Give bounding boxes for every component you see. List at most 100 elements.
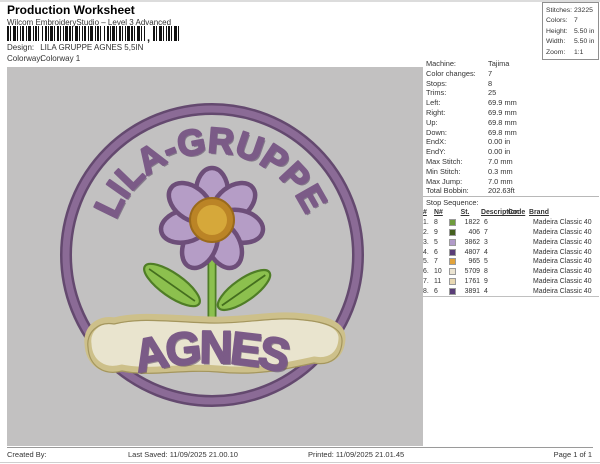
page-title: Production Worksheet: [7, 3, 135, 17]
info-row: Machine:Tajima: [426, 59, 599, 69]
stats-label: Stitches:: [546, 6, 574, 16]
panel-divider: [423, 196, 599, 197]
info-value: 202.63ft: [488, 186, 515, 195]
top-edge-line: [0, 0, 600, 2]
stats-row: Stitches:23225: [546, 6, 598, 16]
info-row: EndY:0.00 in: [426, 147, 599, 157]
design-row: Design: LILA GRUPPE AGNES 5,5IN: [7, 43, 143, 52]
table-bottom-line: [423, 296, 599, 297]
stats-label: Colors:: [546, 16, 574, 26]
stats-label: Height:: [546, 27, 574, 37]
info-row: Max Jump:7.0 mm: [426, 177, 599, 187]
info-label: Min Stitch:: [426, 167, 488, 177]
design-value: LILA GRUPPE AGNES 5,5IN: [40, 43, 143, 52]
table-row: 8.6 38914 Madeira Classic 40: [423, 286, 599, 296]
info-label: Left:: [426, 98, 488, 108]
thread-color-swatch: [449, 249, 456, 256]
bottom-edge-line: [0, 462, 600, 463]
info-row: Down:69.8 mm: [426, 128, 599, 138]
col-num: #: [423, 209, 434, 216]
banner-text: AGNES AGNES: [129, 321, 296, 384]
thread-color-swatch: [449, 258, 456, 265]
stats-value: 5.50 in: [574, 28, 594, 35]
info-row: Stops:8: [426, 79, 599, 89]
colorway-row: Colorway: Colorway 1: [7, 54, 80, 63]
info-value: 69.8 mm: [488, 118, 517, 127]
thread-color-swatch: [449, 239, 456, 246]
stats-label: Zoom:: [546, 48, 574, 58]
col-needle: N#: [434, 209, 449, 216]
colorway-value: Colorway 1: [40, 54, 80, 63]
info-row: Left:69.9 mm: [426, 98, 599, 108]
stats-box: Stitches:23225 Colors:7 Height:5.50 in W…: [542, 2, 599, 60]
info-value: 69.9 mm: [488, 98, 517, 107]
info-row: EndX:0.00 in: [426, 137, 599, 147]
table-row: 2.9 4067 Madeira Classic 40: [423, 228, 599, 238]
stats-value: 7: [574, 17, 578, 24]
col-brand: Brand: [529, 209, 599, 216]
stats-row: Colors:7: [546, 16, 598, 26]
stats-label: Width:: [546, 37, 574, 47]
info-row: Min Stitch:0.3 mm: [426, 167, 599, 177]
footer-divider: [7, 447, 593, 448]
info-label: Down:: [426, 128, 488, 138]
info-value: 0.00 in: [488, 137, 510, 146]
embroidery-design: LILA-GRUPPE LILA-GRUPPE: [7, 67, 423, 446]
info-row: Total Bobbin:202.63ft: [426, 186, 599, 196]
flower-center: [190, 198, 234, 242]
table-row: 1.8 18226 Madeira Classic 40: [423, 218, 599, 228]
table-row: 3.5 38623 Madeira Classic 40: [423, 237, 599, 247]
info-label: Up:: [426, 118, 488, 128]
info-value: 0.00 in: [488, 147, 510, 156]
info-label: Stops:: [426, 79, 488, 89]
info-value: 25: [488, 88, 496, 97]
thread-color-swatch: [449, 288, 456, 295]
table-row: 7.11 17619 Madeira Classic 40: [423, 277, 599, 287]
info-row: Right:69.9 mm: [426, 108, 599, 118]
info-row: Max Stitch:7.0 mm: [426, 157, 599, 167]
info-row: Trims:25: [426, 88, 599, 98]
footer-printed: Printed: 11/09/2025 21.01.45: [308, 450, 404, 459]
thread-color-swatch: [449, 268, 456, 275]
info-label: EndY:: [426, 147, 488, 157]
info-value: Tajima: [488, 59, 509, 68]
info-value: 7.0 mm: [488, 177, 513, 186]
stats-row: Width:5.50 in: [546, 37, 598, 47]
stats-value: 1:1: [574, 49, 583, 56]
table-row: 6.10 57098 Madeira Classic 40: [423, 267, 599, 277]
footer-created-by: Created By:: [7, 450, 47, 459]
colorway-label: Colorway:: [7, 54, 38, 63]
stats-value: 5.50 in: [574, 38, 594, 45]
stats-row: Zoom:1:1: [546, 48, 598, 58]
info-row: Up:69.8 mm: [426, 118, 599, 128]
design-preview: LILA-GRUPPE LILA-GRUPPE: [7, 67, 423, 446]
thread-color-swatch: [449, 278, 456, 285]
footer-last-saved: Last Saved: 11/09/2025 21.00.10: [128, 450, 238, 459]
stop-sequence-title: Stop Sequence:: [426, 198, 479, 207]
info-value: 8: [488, 79, 492, 88]
info-row: Color changes:7: [426, 69, 599, 79]
info-label: Right:: [426, 108, 488, 118]
info-value: 0.3 mm: [488, 167, 513, 176]
design-label: Design:: [7, 43, 38, 52]
table-header-row: # N# St. Description Code Brand: [423, 208, 599, 218]
footer-page-number: Page 1 of 1: [554, 450, 592, 459]
info-value: 7: [488, 69, 492, 78]
info-label: Total Bobbin:: [426, 186, 488, 196]
info-label: Trims:: [426, 88, 488, 98]
info-value: 7.0 mm: [488, 157, 513, 166]
table-row: 5.7 9655 Madeira Classic 40: [423, 257, 599, 267]
info-label: Machine:: [426, 59, 488, 69]
info-value: 69.8 mm: [488, 128, 517, 137]
info-label: EndX:: [426, 137, 488, 147]
table-row: 4.6 48074 Madeira Classic 40: [423, 247, 599, 257]
thread-color-swatch: [449, 229, 456, 236]
col-code: Code: [508, 209, 529, 216]
machine-info-panel: Machine:Tajima Color changes:7 Stops:8 T…: [426, 59, 599, 196]
barcode: ,: [7, 26, 181, 43]
barcode-comma: ,: [147, 32, 150, 43]
stop-sequence-table: # N# St. Description Code Brand 1.8 1822…: [423, 208, 599, 296]
leaf-right: [212, 263, 275, 317]
col-stitches: St.: [449, 209, 481, 216]
production-worksheet-page: Production Worksheet Wilcom EmbroiderySt…: [0, 0, 600, 464]
